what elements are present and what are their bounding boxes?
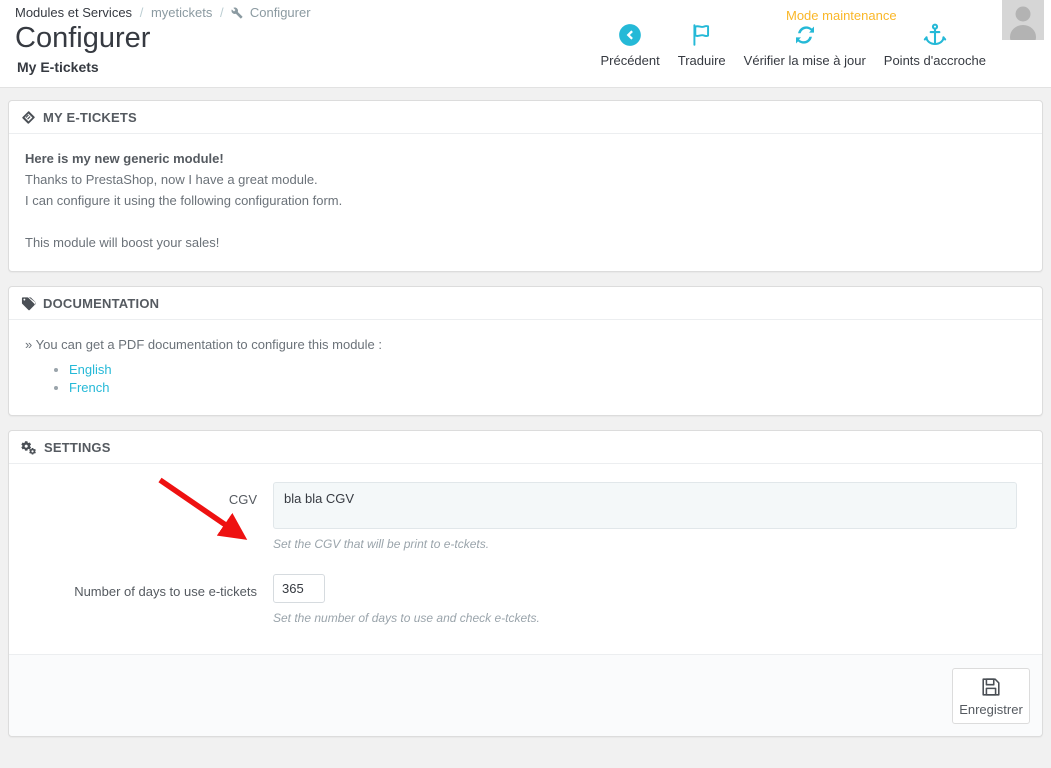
toolbar-button-back[interactable]: Précédent <box>591 20 668 68</box>
breadcrumb-separator-2: / <box>219 5 224 20</box>
arrow-circle-left-icon <box>617 20 643 50</box>
breadcrumb: Modules et Services / myetickets / Confi… <box>15 5 311 22</box>
toolbar-button-check-update[interactable]: Vérifier la mise à jour <box>735 20 875 68</box>
page-content: MY E-TICKETS Here is my new generic modu… <box>0 88 1051 737</box>
toolbar-label-check-update: Vérifier la mise à jour <box>743 53 866 68</box>
number-of-days-input[interactable] <box>273 574 325 603</box>
save-button[interactable]: Enregistrer <box>952 667 1030 724</box>
breadcrumb-root[interactable]: Modules et Services <box>15 5 132 20</box>
page-header: Modules et Services / myetickets / Confi… <box>0 0 1051 88</box>
label-cgv: CGV <box>228 492 257 507</box>
toolbar-label-hooks: Points d'accroche <box>883 53 986 68</box>
panel-footer-settings: Enregistrer <box>9 654 1042 736</box>
panel-documentation: DOCUMENTATION » You can get a PDF docume… <box>8 286 1043 416</box>
field-wrapper-cgv: Set the CGV that will be print to e-tcke… <box>273 482 1026 568</box>
panel-heading-my-etickets: MY E-TICKETS <box>9 101 1042 134</box>
etickets-spacer <box>25 211 1026 232</box>
etickets-line-4: This module will boost your sales! <box>25 235 220 250</box>
panel-heading-settings: SETTINGS <box>9 431 1042 464</box>
list-item: French <box>69 379 1026 396</box>
etickets-line-3: I can configure it using the following c… <box>25 193 343 208</box>
documentation-link-list: English French <box>25 361 1026 396</box>
tag-icon <box>21 296 36 311</box>
toolbar-button-translate[interactable]: Traduire <box>669 20 735 68</box>
cgv-textarea[interactable] <box>273 482 1017 529</box>
page-subtitle: My E-tickets <box>17 59 99 75</box>
flag-icon <box>689 20 715 50</box>
wrench-icon <box>231 7 243 22</box>
toolbar-label-back: Précédent <box>600 53 660 68</box>
header-toolbar: Précédent Traduire Vérifier la mise à jo… <box>591 20 995 68</box>
settings-form: CGV Set the CGV that will be print to e-… <box>9 464 1042 654</box>
breadcrumb-module[interactable]: myetickets <box>151 5 212 20</box>
anchor-icon <box>922 20 948 50</box>
help-text-cgv: Set the CGV that will be print to e-tcke… <box>273 537 490 551</box>
documentation-link-french[interactable]: French <box>69 380 109 395</box>
panel-title-my-etickets: MY E-TICKETS <box>43 110 137 125</box>
list-item: English <box>69 361 1026 378</box>
etickets-line-2: Thanks to PrestaShop, now I have a great… <box>25 172 318 187</box>
panel-heading-documentation: DOCUMENTATION <box>9 287 1042 320</box>
panel-title-documentation: DOCUMENTATION <box>43 296 160 311</box>
refresh-icon <box>792 20 818 50</box>
etickets-line-1: Here is my new generic module! <box>25 151 224 166</box>
cogs-icon <box>21 440 37 455</box>
panel-body-my-etickets: Here is my new generic module! Thanks to… <box>9 134 1042 271</box>
form-row-cgv: CGV Set the CGV that will be print to e-… <box>25 482 1026 568</box>
avatar[interactable] <box>1002 0 1044 40</box>
help-text-number-of-days: Set the number of days to use and check … <box>273 611 540 625</box>
breadcrumb-current: Configurer <box>249 5 311 20</box>
toolbar-button-hooks[interactable]: Points d'accroche <box>875 20 995 68</box>
label-number-of-days: Number of days to use e-tickets <box>74 584 257 599</box>
panel-body-documentation: » You can get a PDF documentation to con… <box>9 320 1042 415</box>
field-wrapper-days: Set the number of days to use and check … <box>273 574 1026 642</box>
panel-settings: SETTINGS CGV Set the CGV that will be pr… <box>8 430 1043 737</box>
panel-title-settings: SETTINGS <box>44 440 111 455</box>
breadcrumb-separator-1: / <box>139 5 144 20</box>
page-title: Configurer <box>15 22 151 54</box>
documentation-link-english[interactable]: English <box>69 362 112 377</box>
panel-my-etickets: MY E-TICKETS Here is my new generic modu… <box>8 100 1043 272</box>
toolbar-label-translate: Traduire <box>677 53 726 68</box>
ticket-icon <box>21 110 36 125</box>
save-button-label: Enregistrer <box>959 701 1023 717</box>
floppy-save-icon <box>980 675 1002 700</box>
documentation-intro: » You can get a PDF documentation to con… <box>25 337 383 352</box>
form-row-days: Number of days to use e-tickets Set the … <box>25 574 1026 642</box>
